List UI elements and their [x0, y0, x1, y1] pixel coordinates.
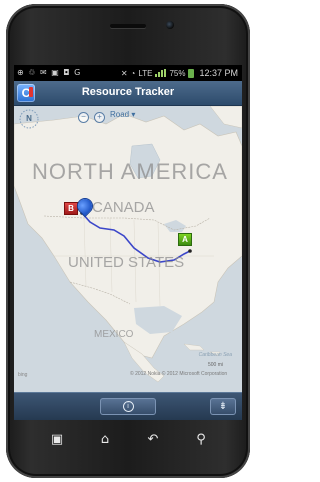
status-notification-icons: ⊕ ♲ ✉ ▣ ◘ G — [17, 68, 82, 77]
info-button[interactable]: i — [100, 398, 156, 415]
map-copyright: © 2012 Nokia © 2012 Microsoft Corporatio… — [130, 371, 228, 377]
map-label-canada: CANADA — [92, 199, 155, 216]
zoom-in-button[interactable]: + — [94, 112, 105, 123]
app-title-bar: C Resource Tracker — [14, 81, 242, 106]
compass-icon[interactable]: N — [18, 108, 40, 130]
status-bar: ⊕ ♲ ✉ ▣ ◘ G ✕ ◔ LTE 75% 12:37 PM — [14, 65, 242, 81]
settings-button[interactable]: ⇟ — [210, 398, 236, 415]
earpiece-speaker — [110, 24, 146, 28]
page-title: Resource Tracker — [81, 86, 175, 98]
zoom-out-button[interactable]: − — [78, 112, 89, 123]
battery-icon — [188, 68, 195, 78]
settings-sliders-icon: ⇟ — [218, 401, 228, 412]
marker-b-flag-icon[interactable]: B — [64, 202, 78, 215]
hardware-keys: ▣ ⌂ ↶ ⚲ — [14, 426, 242, 454]
status-right: ✕ ◔ LTE 75% 12:37 PM — [121, 68, 238, 78]
map-basemap — [14, 106, 242, 392]
map-label-mexico: MEXICO — [94, 329, 134, 340]
compass-north-label: N — [26, 114, 32, 123]
vibrate-icon: ✕ — [120, 68, 128, 78]
network-type: LTE — [138, 68, 153, 78]
status-time: 12:37 PM — [199, 68, 238, 78]
bottom-app-bar: i ⇟ — [14, 392, 242, 420]
map-style-dropdown[interactable]: Road ▾ — [110, 110, 135, 119]
signal-icon — [155, 69, 167, 77]
map-label-sea: Caribbean Sea — [198, 352, 232, 358]
map-scale: 500 mi — [208, 362, 224, 368]
info-icon: i — [122, 400, 134, 412]
wifi-icon: ◔ — [130, 68, 136, 78]
battery-percent: 75% — [169, 68, 186, 78]
map-controls: N + − Road ▾ — [14, 106, 242, 130]
front-camera — [166, 21, 174, 29]
search-key-icon[interactable]: ⚲ — [192, 432, 210, 448]
map-view[interactable]: N + − Road ▾ NORTH AMERICA CANADA UNITED… — [14, 106, 242, 392]
back-key-icon[interactable]: ↶ — [144, 432, 162, 448]
phone-screen: ⊕ ♲ ✉ ▣ ◘ G ✕ ◔ LTE 75% 12:37 PM C Resou… — [14, 65, 242, 420]
map-brand: bing — [18, 372, 28, 378]
menu-key-icon[interactable]: ▣ — [48, 432, 66, 448]
home-key-icon[interactable]: ⌂ — [96, 432, 114, 448]
map-label-continent: NORTH AMERICA — [32, 159, 228, 184]
marker-a-flag-icon[interactable]: A — [178, 233, 192, 246]
map-label-usa: UNITED STATES — [68, 254, 185, 271]
